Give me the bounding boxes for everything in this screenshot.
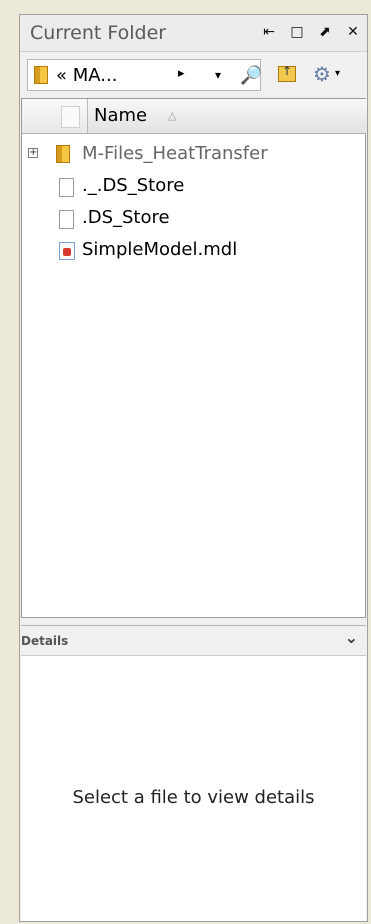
details-header[interactable]: Details ⌄ [21,625,366,656]
details-pane: Select a file to view details [21,655,366,921]
name-column-label: Name [94,105,148,126]
maximize-icon[interactable]: □ [289,23,305,41]
search-icon[interactable]: 🔎 [240,65,262,86]
list-item[interactable]: .DS_Store [22,203,365,235]
list-item[interactable]: + M-Files_HeatTransfer [22,139,365,171]
file-icon [59,210,74,229]
close-icon[interactable]: ✕ [345,23,361,41]
address-text[interactable]: « MA... [56,65,117,86]
panel-titlebar: Current Folder ⇤ □ ⬈ ✕ [20,15,367,52]
gear-icon[interactable]: ⚙ [313,62,331,86]
address-dropdown-icon[interactable]: ▾ [215,68,221,82]
panel-title: Current Folder [30,22,167,44]
list-item-label: SimpleModel.mdl [82,239,238,260]
folder-icon [34,66,48,84]
undock-icon[interactable]: ⇤ [261,23,277,41]
list-item-label: ._.DS_Store [82,175,185,196]
sort-indicator-icon: △ [168,109,177,122]
list-header: Name △ [22,99,367,134]
name-column-header[interactable]: Name △ [87,99,367,133]
gear-dropdown-icon[interactable]: ▾ [335,68,340,79]
file-icon [59,178,74,197]
folder-toolbar: « MA... ▸ ▾ 🔎 ⚙ ▾ [20,55,367,95]
folder-icon [56,145,70,163]
list-item[interactable]: ._.DS_Store [22,171,365,203]
list-item[interactable]: SimpleModel.mdl [22,235,365,267]
expand-icon[interactable]: + [28,148,38,158]
breadcrumb-arrow-icon[interactable]: ▸ [178,66,185,81]
details-label: Details [21,634,69,648]
minimize-icon[interactable]: ⬈ [317,23,333,41]
up-folder-icon[interactable] [278,64,296,82]
address-bar[interactable]: « MA... ▸ ▾ 🔎 [27,59,262,91]
file-type-column-icon[interactable] [61,106,80,128]
list-item-label: .DS_Store [82,207,170,228]
list-item-label: M-Files_HeatTransfer [82,143,268,164]
current-folder-panel: Current Folder ⇤ □ ⬈ ✕ « MA... ▸ ▾ 🔎 ⚙ ▾… [19,14,368,922]
chevron-down-icon[interactable]: ⌄ [345,628,358,647]
title-buttons: ⇤ □ ⬈ ✕ [261,23,361,41]
details-empty-message: Select a file to view details [72,787,315,808]
simulink-model-icon [59,242,75,260]
file-list: Name △ + M-Files_HeatTransfer ._.DS_Stor… [21,98,367,618]
